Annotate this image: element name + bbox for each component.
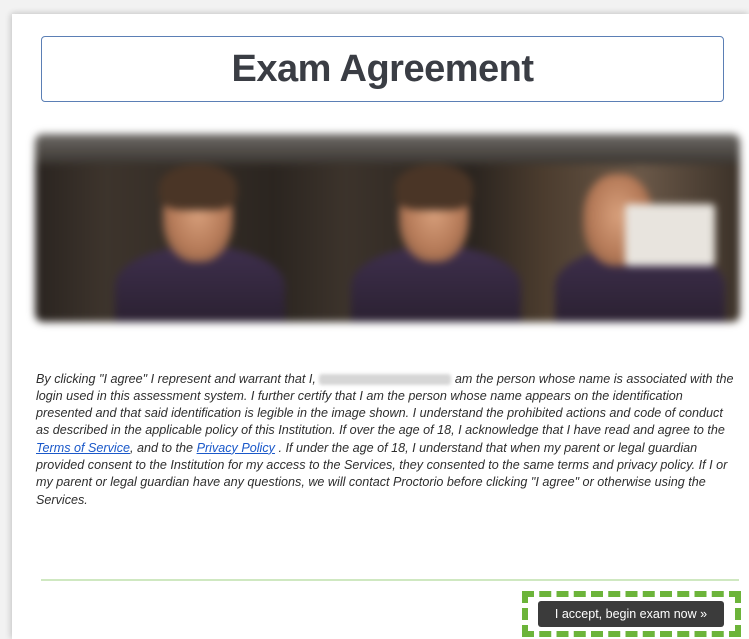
agreement-text: By clicking "I agree" I represent and wa… [36,371,736,509]
title-box: Exam Agreement [41,36,724,102]
photo-hair-2 [395,164,473,210]
divider [41,579,739,581]
photo-hair-1 [159,164,237,210]
agreement-panel: Exam Agreement By clicking "I agree" I r… [12,14,749,639]
accept-begin-exam-button[interactable]: I accept, begin exam now » [538,601,724,627]
redacted-name [319,373,452,385]
agreement-text-part-1: By clicking "I agree" I represent and wa… [36,371,320,386]
privacy-policy-link[interactable]: Privacy Policy [197,441,275,455]
terms-of-service-link[interactable]: Terms of Service [36,441,130,455]
photo-id-card [625,204,715,266]
page-title: Exam Agreement [231,47,534,90]
photo-ceiling [35,134,740,164]
agreement-text-part-3: , and to the [130,440,197,455]
identification-photo [35,134,740,322]
